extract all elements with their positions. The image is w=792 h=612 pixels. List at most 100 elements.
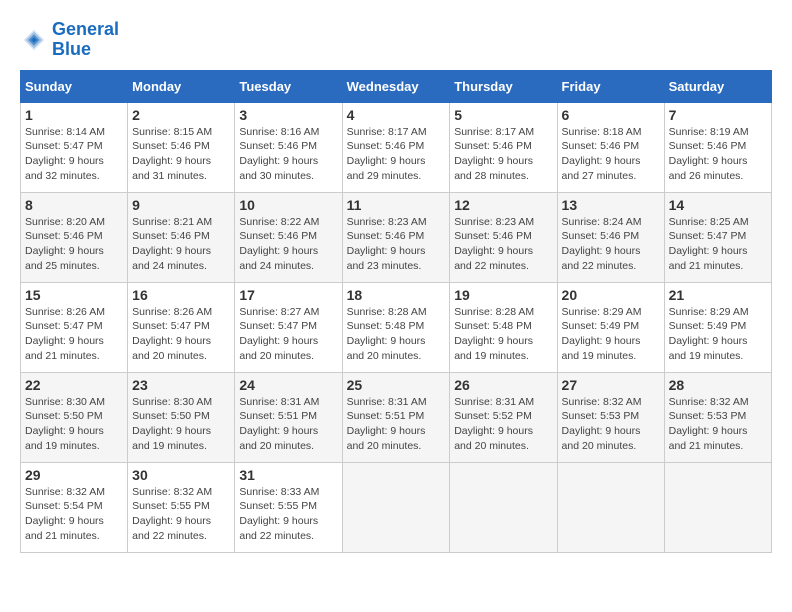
- day-info: Sunrise: 8:32 AMSunset: 5:55 PMDaylight:…: [132, 486, 212, 542]
- calendar-cell: 31 Sunrise: 8:33 AMSunset: 5:55 PMDaylig…: [235, 462, 342, 552]
- calendar-cell: 25 Sunrise: 8:31 AMSunset: 5:51 PMDaylig…: [342, 372, 450, 462]
- day-info: Sunrise: 8:15 AMSunset: 5:46 PMDaylight:…: [132, 126, 212, 182]
- day-number: 8: [25, 197, 123, 213]
- calendar-cell: 17 Sunrise: 8:27 AMSunset: 5:47 PMDaylig…: [235, 282, 342, 372]
- day-info: Sunrise: 8:31 AMSunset: 5:51 PMDaylight:…: [347, 396, 427, 452]
- day-number: 29: [25, 467, 123, 483]
- day-info: Sunrise: 8:21 AMSunset: 5:46 PMDaylight:…: [132, 216, 212, 272]
- day-number: 13: [562, 197, 660, 213]
- day-number: 18: [347, 287, 446, 303]
- calendar-table: SundayMondayTuesdayWednesdayThursdayFrid…: [20, 70, 772, 553]
- logo-text: General Blue: [52, 20, 119, 60]
- calendar-header-tuesday: Tuesday: [235, 70, 342, 102]
- calendar-cell: 11 Sunrise: 8:23 AMSunset: 5:46 PMDaylig…: [342, 192, 450, 282]
- calendar-header-monday: Monday: [128, 70, 235, 102]
- day-number: 11: [347, 197, 446, 213]
- day-info: Sunrise: 8:19 AMSunset: 5:46 PMDaylight:…: [669, 126, 749, 182]
- day-info: Sunrise: 8:29 AMSunset: 5:49 PMDaylight:…: [562, 306, 642, 362]
- day-info: Sunrise: 8:28 AMSunset: 5:48 PMDaylight:…: [454, 306, 534, 362]
- day-number: 24: [239, 377, 337, 393]
- day-info: Sunrise: 8:17 AMSunset: 5:46 PMDaylight:…: [454, 126, 534, 182]
- calendar-header-saturday: Saturday: [664, 70, 771, 102]
- calendar-cell: 5 Sunrise: 8:17 AMSunset: 5:46 PMDayligh…: [450, 102, 557, 192]
- calendar-week-4: 22 Sunrise: 8:30 AMSunset: 5:50 PMDaylig…: [21, 372, 772, 462]
- day-info: Sunrise: 8:25 AMSunset: 5:47 PMDaylight:…: [669, 216, 749, 272]
- calendar-week-3: 15 Sunrise: 8:26 AMSunset: 5:47 PMDaylig…: [21, 282, 772, 372]
- day-info: Sunrise: 8:14 AMSunset: 5:47 PMDaylight:…: [25, 126, 105, 182]
- calendar-cell: 15 Sunrise: 8:26 AMSunset: 5:47 PMDaylig…: [21, 282, 128, 372]
- calendar-cell: 16 Sunrise: 8:26 AMSunset: 5:47 PMDaylig…: [128, 282, 235, 372]
- day-info: Sunrise: 8:26 AMSunset: 5:47 PMDaylight:…: [132, 306, 212, 362]
- day-number: 7: [669, 107, 767, 123]
- day-info: Sunrise: 8:28 AMSunset: 5:48 PMDaylight:…: [347, 306, 427, 362]
- day-number: 6: [562, 107, 660, 123]
- day-number: 3: [239, 107, 337, 123]
- logo: General Blue: [20, 20, 119, 60]
- calendar-header-thursday: Thursday: [450, 70, 557, 102]
- day-number: 16: [132, 287, 230, 303]
- calendar-cell: 21 Sunrise: 8:29 AMSunset: 5:49 PMDaylig…: [664, 282, 771, 372]
- calendar-cell: 14 Sunrise: 8:25 AMSunset: 5:47 PMDaylig…: [664, 192, 771, 282]
- calendar-cell: 3 Sunrise: 8:16 AMSunset: 5:46 PMDayligh…: [235, 102, 342, 192]
- calendar-cell: 22 Sunrise: 8:30 AMSunset: 5:50 PMDaylig…: [21, 372, 128, 462]
- calendar-cell: 2 Sunrise: 8:15 AMSunset: 5:46 PMDayligh…: [128, 102, 235, 192]
- calendar-cell: 4 Sunrise: 8:17 AMSunset: 5:46 PMDayligh…: [342, 102, 450, 192]
- logo-icon: [20, 26, 48, 54]
- day-number: 23: [132, 377, 230, 393]
- day-info: Sunrise: 8:32 AMSunset: 5:53 PMDaylight:…: [562, 396, 642, 452]
- calendar-week-1: 1 Sunrise: 8:14 AMSunset: 5:47 PMDayligh…: [21, 102, 772, 192]
- day-number: 27: [562, 377, 660, 393]
- calendar-body: 1 Sunrise: 8:14 AMSunset: 5:47 PMDayligh…: [21, 102, 772, 552]
- calendar-week-2: 8 Sunrise: 8:20 AMSunset: 5:46 PMDayligh…: [21, 192, 772, 282]
- day-info: Sunrise: 8:24 AMSunset: 5:46 PMDaylight:…: [562, 216, 642, 272]
- calendar-header: SundayMondayTuesdayWednesdayThursdayFrid…: [21, 70, 772, 102]
- day-info: Sunrise: 8:31 AMSunset: 5:51 PMDaylight:…: [239, 396, 319, 452]
- calendar-cell: 24 Sunrise: 8:31 AMSunset: 5:51 PMDaylig…: [235, 372, 342, 462]
- calendar-cell: [664, 462, 771, 552]
- calendar-cell: [450, 462, 557, 552]
- calendar-cell: 12 Sunrise: 8:23 AMSunset: 5:46 PMDaylig…: [450, 192, 557, 282]
- day-number: 28: [669, 377, 767, 393]
- calendar-cell: 6 Sunrise: 8:18 AMSunset: 5:46 PMDayligh…: [557, 102, 664, 192]
- day-info: Sunrise: 8:23 AMSunset: 5:46 PMDaylight:…: [347, 216, 427, 272]
- calendar-cell: 18 Sunrise: 8:28 AMSunset: 5:48 PMDaylig…: [342, 282, 450, 372]
- calendar-cell: 8 Sunrise: 8:20 AMSunset: 5:46 PMDayligh…: [21, 192, 128, 282]
- calendar-week-5: 29 Sunrise: 8:32 AMSunset: 5:54 PMDaylig…: [21, 462, 772, 552]
- calendar-cell: 20 Sunrise: 8:29 AMSunset: 5:49 PMDaylig…: [557, 282, 664, 372]
- day-number: 10: [239, 197, 337, 213]
- calendar-cell: 30 Sunrise: 8:32 AMSunset: 5:55 PMDaylig…: [128, 462, 235, 552]
- day-info: Sunrise: 8:32 AMSunset: 5:54 PMDaylight:…: [25, 486, 105, 542]
- day-number: 9: [132, 197, 230, 213]
- day-info: Sunrise: 8:22 AMSunset: 5:46 PMDaylight:…: [239, 216, 319, 272]
- calendar-cell: 9 Sunrise: 8:21 AMSunset: 5:46 PMDayligh…: [128, 192, 235, 282]
- calendar-cell: 10 Sunrise: 8:22 AMSunset: 5:46 PMDaylig…: [235, 192, 342, 282]
- header-row: SundayMondayTuesdayWednesdayThursdayFrid…: [21, 70, 772, 102]
- day-number: 31: [239, 467, 337, 483]
- day-info: Sunrise: 8:32 AMSunset: 5:53 PMDaylight:…: [669, 396, 749, 452]
- day-number: 1: [25, 107, 123, 123]
- day-number: 12: [454, 197, 552, 213]
- calendar-cell: 26 Sunrise: 8:31 AMSunset: 5:52 PMDaylig…: [450, 372, 557, 462]
- day-info: Sunrise: 8:30 AMSunset: 5:50 PMDaylight:…: [132, 396, 212, 452]
- day-info: Sunrise: 8:16 AMSunset: 5:46 PMDaylight:…: [239, 126, 319, 182]
- day-number: 4: [347, 107, 446, 123]
- day-info: Sunrise: 8:29 AMSunset: 5:49 PMDaylight:…: [669, 306, 749, 362]
- calendar-header-sunday: Sunday: [21, 70, 128, 102]
- day-number: 30: [132, 467, 230, 483]
- day-info: Sunrise: 8:18 AMSunset: 5:46 PMDaylight:…: [562, 126, 642, 182]
- day-info: Sunrise: 8:30 AMSunset: 5:50 PMDaylight:…: [25, 396, 105, 452]
- day-info: Sunrise: 8:17 AMSunset: 5:46 PMDaylight:…: [347, 126, 427, 182]
- calendar-cell: 23 Sunrise: 8:30 AMSunset: 5:50 PMDaylig…: [128, 372, 235, 462]
- calendar-cell: 1 Sunrise: 8:14 AMSunset: 5:47 PMDayligh…: [21, 102, 128, 192]
- day-number: 25: [347, 377, 446, 393]
- day-number: 26: [454, 377, 552, 393]
- day-number: 15: [25, 287, 123, 303]
- day-number: 20: [562, 287, 660, 303]
- calendar-cell: [557, 462, 664, 552]
- day-info: Sunrise: 8:31 AMSunset: 5:52 PMDaylight:…: [454, 396, 534, 452]
- day-number: 19: [454, 287, 552, 303]
- day-info: Sunrise: 8:20 AMSunset: 5:46 PMDaylight:…: [25, 216, 105, 272]
- calendar-cell: 27 Sunrise: 8:32 AMSunset: 5:53 PMDaylig…: [557, 372, 664, 462]
- day-number: 22: [25, 377, 123, 393]
- calendar-cell: 19 Sunrise: 8:28 AMSunset: 5:48 PMDaylig…: [450, 282, 557, 372]
